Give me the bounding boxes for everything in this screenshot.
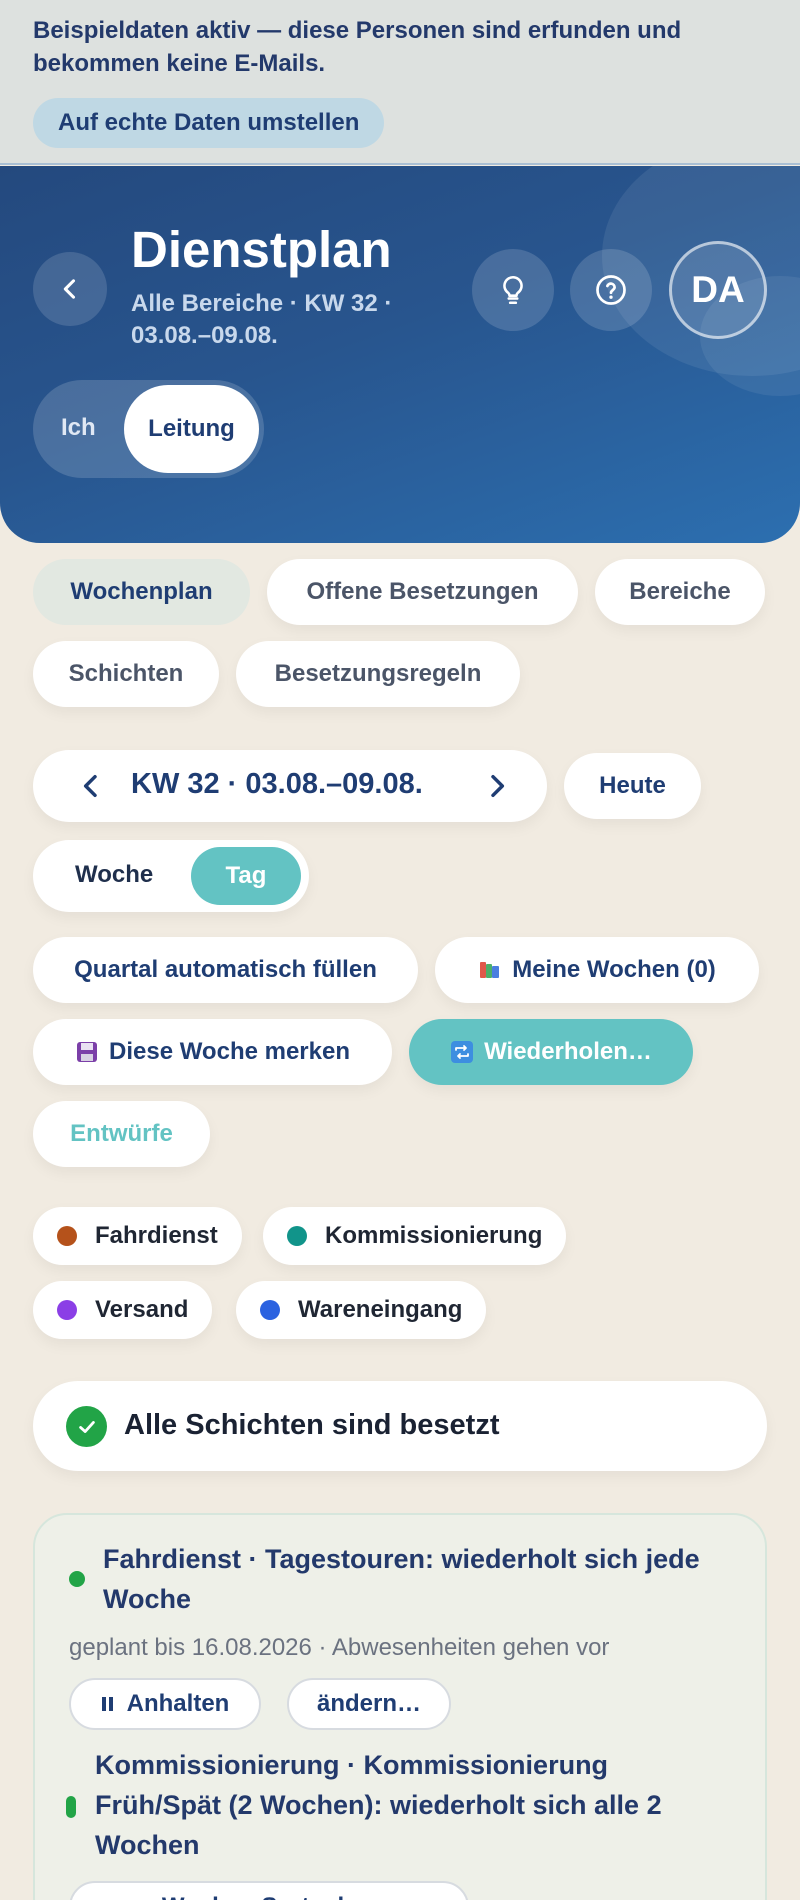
legend-item[interactable]: Versand xyxy=(33,1281,213,1339)
demo-data-banner: Beispieldaten aktiv — diese Personen sin… xyxy=(0,0,800,165)
tab-offene-besetzungen[interactable]: Offene Besetzungen xyxy=(267,559,578,625)
recurrence-meta: geplant bis 16.08.2026 · Abwesenheiten g… xyxy=(69,1634,610,1661)
switch-to-real-data-button[interactable]: Auf echte Daten umstellen xyxy=(33,98,385,148)
back-button[interactable] xyxy=(33,252,107,326)
coverage-status: Alle Schichten sind besetzt xyxy=(33,1381,767,1471)
previous-week-button[interactable] xyxy=(75,770,107,802)
role-option-leitung[interactable]: Leitung xyxy=(124,385,259,473)
recurrence-option-button[interactable]: Woche · Sortenh… xyxy=(69,1881,469,1900)
tab-wochenplan[interactable]: Wochenplan xyxy=(33,559,250,625)
legend-label: Fahrdienst xyxy=(95,1222,218,1249)
lightbulb-icon xyxy=(503,275,523,305)
tab-besetzungsregeln[interactable]: Besetzungsregeln xyxy=(236,641,520,707)
page-title: Dienstplan xyxy=(131,221,392,278)
recurrence-active-indicator xyxy=(69,1571,85,1587)
page-subtitle: Alle Bereiche · KW 32 · 03.08.–09.08. xyxy=(131,290,393,349)
help-button[interactable] xyxy=(570,249,652,331)
pause-icon xyxy=(101,1697,113,1711)
repeat-button[interactable]: Wiederholen… xyxy=(409,1019,693,1085)
recurrence-active-indicator xyxy=(66,1796,76,1818)
area-color-dot xyxy=(57,1300,77,1320)
next-week-button[interactable] xyxy=(481,770,513,802)
tab-bereiche[interactable]: Bereiche xyxy=(595,559,765,625)
legend-label: Kommissionierung xyxy=(325,1222,543,1249)
legend-item[interactable]: Kommissionierung xyxy=(263,1207,567,1265)
recurrence-title: Fahrdienst · Tagestouren: wiederholt sic… xyxy=(103,1544,700,1614)
check-circle-icon xyxy=(66,1406,107,1447)
today-button[interactable]: Heute xyxy=(564,753,701,819)
area-color-dot xyxy=(287,1226,307,1246)
coverage-status-text: Alle Schichten sind besetzt xyxy=(124,1409,500,1441)
page-header: Dienstplan Alle Bereiche · KW 32 · 03.08… xyxy=(0,166,800,543)
recurrence-list: Fahrdienst · Tagestouren: wiederholt sic… xyxy=(33,1513,767,1900)
view-option-tag[interactable]: Tag xyxy=(191,847,301,905)
books-icon xyxy=(480,962,500,978)
current-week-label: KW 32 · 03.08.–09.08. xyxy=(131,768,423,800)
week-navigator: KW 32 · 03.08.–09.08. xyxy=(33,750,547,822)
fill-quarter-label: Quartal automatisch füllen xyxy=(74,956,377,983)
view-toggle: Woche Tag xyxy=(33,840,309,912)
legend-label: Wareneingang xyxy=(298,1296,463,1323)
repeat-label: Wiederholen… xyxy=(484,1038,652,1065)
view-option-woche[interactable]: Woche xyxy=(75,861,153,889)
edit-recurrence-button[interactable]: ändern… xyxy=(287,1678,451,1730)
legend-item[interactable]: Wareneingang xyxy=(236,1281,487,1339)
save-week-label: Diese Woche merken xyxy=(109,1038,350,1065)
recurrence-title: Kommissionierung · Kommissionierung Früh… xyxy=(95,1750,662,1860)
area-color-dot xyxy=(260,1300,280,1320)
pause-recurrence-button[interactable]: Anhalten xyxy=(69,1678,261,1730)
my-weeks-label: Meine Wochen (0) xyxy=(512,956,716,983)
legend-item[interactable]: Fahrdienst xyxy=(33,1207,242,1265)
avatar[interactable]: DA xyxy=(669,241,767,339)
drafts-button[interactable]: Entwürfe xyxy=(33,1101,210,1167)
legend-label: Versand xyxy=(95,1296,189,1323)
chevron-left-icon xyxy=(63,279,76,299)
help-circle-icon xyxy=(596,275,626,305)
floppy-disk-icon xyxy=(77,1042,97,1062)
pause-label: Anhalten xyxy=(126,1690,230,1717)
area-color-dot xyxy=(57,1226,77,1246)
my-weeks-button[interactable]: Meine Wochen (0) xyxy=(435,937,759,1003)
save-week-button[interactable]: Diese Woche merken xyxy=(33,1019,392,1085)
role-toggle: Ich Leitung xyxy=(33,380,264,478)
role-option-ich[interactable]: Ich xyxy=(61,414,96,442)
fill-quarter-button[interactable]: Quartal automatisch füllen xyxy=(33,937,418,1003)
repeat-icon xyxy=(451,1041,474,1063)
demo-data-notice: Beispieldaten aktiv — diese Personen sin… xyxy=(33,17,682,77)
tips-button[interactable] xyxy=(472,249,554,331)
tab-schichten[interactable]: Schichten xyxy=(33,641,219,707)
